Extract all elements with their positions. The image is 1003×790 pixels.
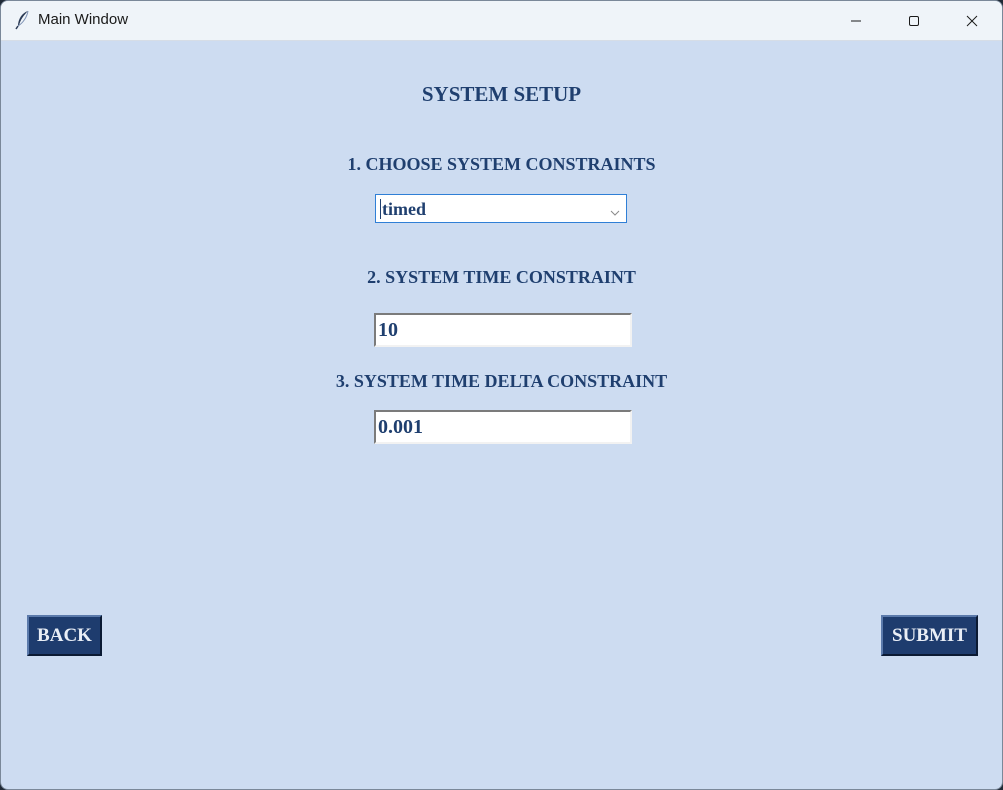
submit-button[interactable]: SUBMIT xyxy=(881,615,978,656)
constraint-type-select[interactable]: timed xyxy=(375,194,627,223)
window-title: Main Window xyxy=(38,11,129,28)
time-delta-label: 3. SYSTEM TIME DELTA CONSTRAINT xyxy=(335,371,668,391)
close-button[interactable] xyxy=(943,1,1001,40)
minimize-icon xyxy=(850,15,862,27)
time-delta-input[interactable]: 0.001 xyxy=(374,410,632,444)
maximize-icon xyxy=(908,15,920,27)
page-title: SYSTEM SETUP xyxy=(421,82,582,106)
maximize-button[interactable] xyxy=(885,1,943,40)
close-icon xyxy=(966,15,978,27)
minimize-button[interactable] xyxy=(827,1,885,40)
constraints-label: 1. CHOOSE SYSTEM CONSTRAINTS xyxy=(347,154,656,174)
constraint-type-value: timed xyxy=(380,199,426,219)
chevron-down-icon[interactable] xyxy=(610,204,620,222)
back-button[interactable]: BACK xyxy=(27,615,102,656)
feather-icon xyxy=(15,10,31,30)
time-delta-value: 0.001 xyxy=(378,416,423,438)
time-constraint-input[interactable]: 10 xyxy=(374,313,632,347)
title-bar[interactable]: Main Window xyxy=(1,1,1002,41)
main-window: Main Window SYSTEM SETUP 1. CHOOSE SYSTE… xyxy=(0,0,1003,790)
time-constraint-label: 2. SYSTEM TIME CONSTRAINT xyxy=(367,267,636,287)
content-area: SYSTEM SETUP 1. CHOOSE SYSTEM CONSTRAINT… xyxy=(1,41,1002,789)
time-constraint-value: 10 xyxy=(378,319,398,341)
